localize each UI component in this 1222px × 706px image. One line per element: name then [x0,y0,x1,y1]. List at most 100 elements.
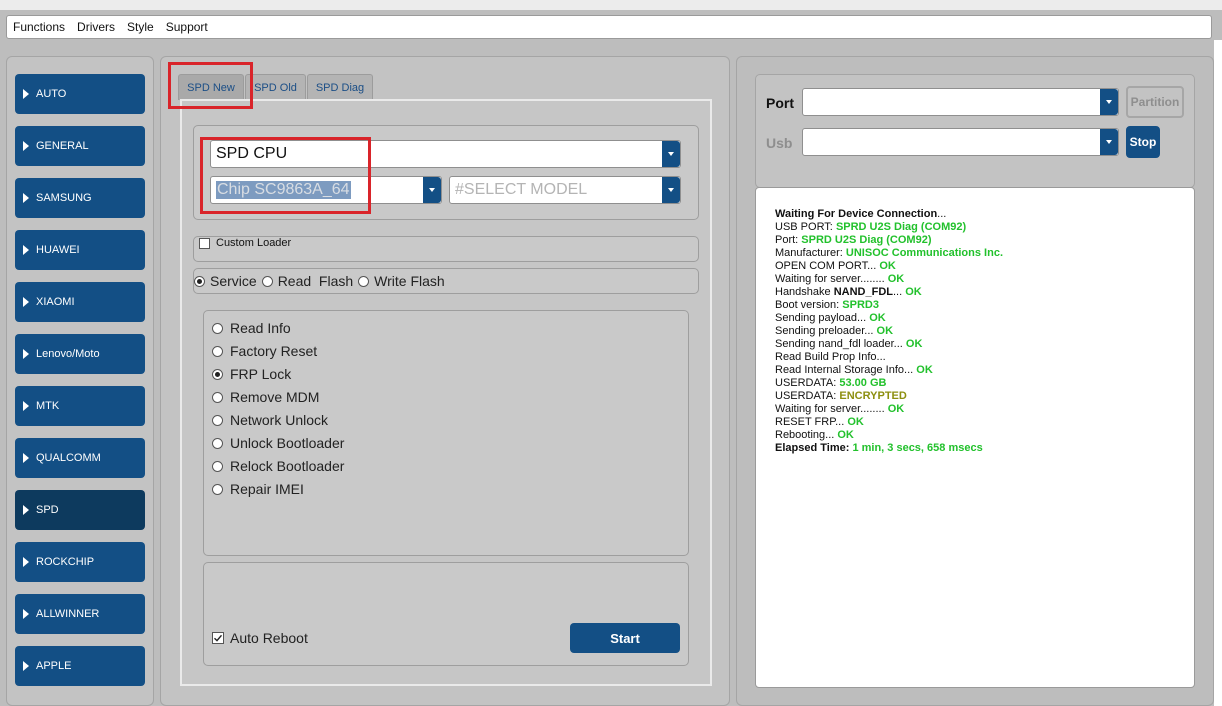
option-remove-mdm[interactable]: Remove MDM [212,389,319,405]
menu-functions[interactable]: Functions [13,20,65,34]
log-line: Waiting for server........ OK [775,273,905,285]
sidebar-item-label: XIAOMI [36,296,75,308]
log-line: Sending payload... OK [775,312,886,324]
sidebar-item-allwinner[interactable]: ALLWINNER [15,594,145,634]
radio-icon [212,460,223,472]
radio-read-flash[interactable] [261,275,273,287]
radio-write-flash[interactable] [358,275,370,287]
menu-support[interactable]: Support [166,20,208,34]
log-line: RESET FRP... OK [775,416,864,428]
sidebar-item-label: Lenovo/Moto [36,348,100,360]
radio-icon [212,368,223,380]
option-label: FRP Lock [230,366,292,382]
caret-right-icon [23,193,29,203]
sidebar-item-mtk[interactable]: MTK [15,386,145,426]
usb-select[interactable] [802,128,1119,156]
option-frp-lock[interactable]: FRP Lock [212,366,291,382]
menu-drivers[interactable]: Drivers [77,20,115,34]
caret-right-icon [23,401,29,411]
tab-spd-diag[interactable]: SPD Diag [307,74,373,100]
custom-loader-checkbox[interactable]: Custom Loader [199,237,291,249]
sidebar-item-auto[interactable]: AUTO [15,74,145,114]
mode-radio-row: Service Read Flash Write Flash [194,273,445,289]
model-select-placeholder: #SELECT MODEL [455,181,588,198]
stop-button[interactable]: Stop [1126,126,1160,158]
caret-right-icon [23,609,29,619]
log-output: Waiting For Device Connection... USB POR… [755,187,1195,688]
chevron-down-icon[interactable] [662,141,680,167]
sidebar-item-label: ALLWINNER [36,608,100,620]
option-factory-reset[interactable]: Factory Reset [212,343,317,359]
log-line: Read Build Prop Info... [775,351,886,363]
menu-style[interactable]: Style [127,20,154,34]
caret-right-icon [23,505,29,515]
model-select[interactable]: #SELECT MODEL [449,176,681,204]
log-line: Elapsed Time: 1 min, 3 secs, 658 msecs [775,442,983,454]
option-label: Unlock Bootloader [230,435,345,451]
sidebar-item-samsung[interactable]: SAMSUNG [15,178,145,218]
port-select[interactable] [802,88,1119,116]
auto-reboot-label: Auto Reboot [230,630,308,646]
checkbox-checked-icon [212,632,224,644]
sidebar-item-label: QUALCOMM [36,452,101,464]
option-network-unlock[interactable]: Network Unlock [212,412,328,428]
start-button[interactable]: Start [570,623,680,653]
log-line: Sending preloader... OK [775,325,894,337]
option-label: Read Info [230,320,291,336]
chevron-down-icon[interactable] [662,177,680,203]
window-edge [1214,40,1222,706]
radio-icon [212,345,223,357]
caret-right-icon [23,89,29,99]
sidebar-item-rockchip[interactable]: ROCKCHIP [15,542,145,582]
mode-label-read-flash: Read Flash [277,273,354,289]
log-line: Port: SPRD U2S Diag (COM92) [775,234,932,246]
option-read-info[interactable]: Read Info [212,320,291,336]
sidebar-item-qualcomm[interactable]: QUALCOMM [15,438,145,478]
radio-icon [212,414,223,426]
log-line: Handshake NAND_FDL... OK [775,286,922,298]
radio-icon [212,391,223,403]
custom-loader-label: Custom Loader [216,237,292,249]
log-line: Waiting for server........ OK [775,403,905,415]
option-relock-bootloader[interactable]: Relock Bootloader [212,458,344,474]
sidebar-item-general[interactable]: GENERAL [15,126,145,166]
caret-right-icon [23,453,29,463]
log-line: Rebooting... OK [775,429,854,441]
sidebar-item-apple[interactable]: APPLE [15,646,145,686]
sidebar-item-label: HUAWEI [36,244,80,256]
partition-button[interactable]: Partition [1126,86,1184,118]
sidebar-item-label: SAMSUNG [36,192,92,204]
caret-right-icon [23,557,29,567]
option-label: Remove MDM [230,389,320,405]
auto-reboot-checkbox[interactable]: Auto Reboot [212,630,308,646]
chevron-down-icon[interactable] [1100,129,1118,155]
option-repair-imei[interactable]: Repair IMEI [212,481,304,497]
sidebar-item-spd[interactable]: SPD [15,490,145,530]
radio-service[interactable] [194,275,205,287]
tab-spd-old[interactable]: SPD Old [245,74,306,100]
mode-label-service: Service [210,273,257,289]
sidebar-item-label: MTK [36,400,60,412]
log-line: Manufacturer: UNISOC Communications Inc. [775,247,1003,259]
chevron-down-icon[interactable] [1100,89,1118,115]
log-line: USERDATA: 53.00 GB [775,377,887,389]
option-label: Factory Reset [230,343,318,359]
option-label: Relock Bootloader [230,458,345,474]
mode-label-write-flash: Write Flash [374,273,445,289]
log-line: OPEN COM PORT... OK [775,260,896,272]
port-label: Port [766,95,794,111]
usb-label: Usb [766,135,793,151]
sidebar-item-xiaomi[interactable]: XIAOMI [15,282,145,322]
radio-icon [212,483,223,495]
sidebar-item-label: ROCKCHIP [36,556,95,568]
sidebar-item-label: APPLE [36,660,72,672]
option-label: Repair IMEI [230,481,304,497]
caret-right-icon [23,141,29,151]
sidebar-item-huawei[interactable]: HUAWEI [15,230,145,270]
sidebar-item-lenovo-moto[interactable]: Lenovo/Moto [15,334,145,374]
caret-right-icon [23,661,29,671]
chevron-down-icon[interactable] [423,177,441,203]
option-unlock-bootloader[interactable]: Unlock Bootloader [212,435,344,451]
log-line: Read Internal Storage Info... OK [775,364,933,376]
checkbox-icon [199,237,210,249]
